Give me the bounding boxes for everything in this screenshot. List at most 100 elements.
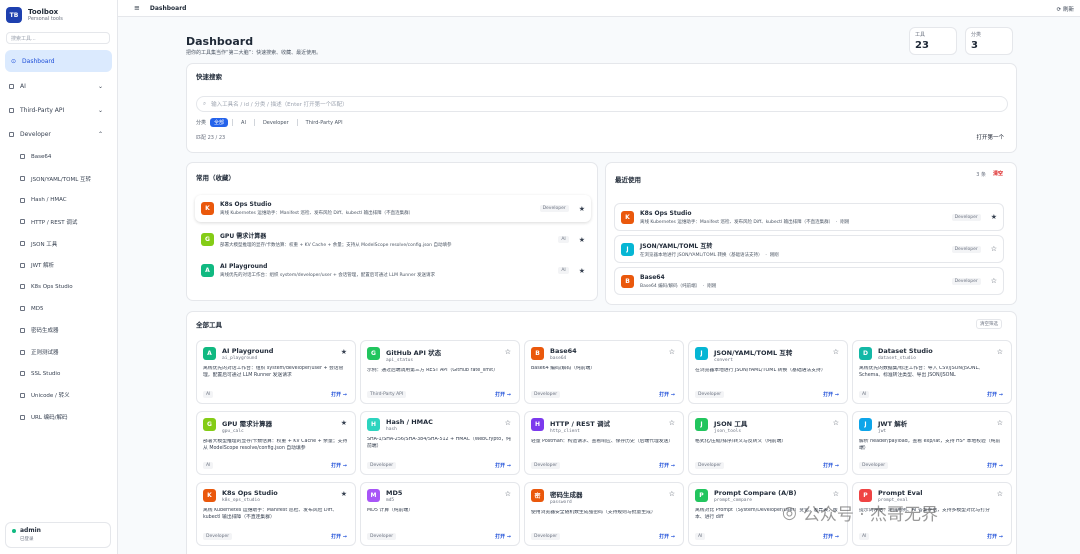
category-tag: AI: [203, 462, 214, 469]
sidebar-item-tool[interactable]: JWT 解析: [0, 254, 117, 276]
recent-item[interactable]: B Base64 Base64 编码/解码（纯前端） · 刚刚 Developer ☆: [614, 267, 1004, 295]
chevron-down-icon: ⌄: [97, 82, 103, 90]
sidebar-search-input[interactable]: 搜索工具...: [6, 32, 110, 44]
tool-avatar-icon: H: [367, 418, 380, 431]
recent-count: 3 条: [976, 172, 986, 178]
sidebar-item-tool[interactable]: JSON/YAML/TOML 互转: [0, 168, 117, 190]
star-filled-icon[interactable]: ★: [579, 236, 585, 244]
star-filled-icon[interactable]: ★: [991, 213, 997, 221]
star-outline-icon[interactable]: ☆: [997, 419, 1003, 427]
open-tool-link[interactable]: 打开 →: [659, 391, 675, 398]
tool-card[interactable]: 密密码生成器 password ☆ 使用浏览器安全随机数生成强密码（支持规则与批量生成…: [524, 482, 684, 546]
tool-card[interactable]: A AI Playground ai_playground ★ 离线优先的对话工作台：组…: [196, 340, 356, 404]
star-outline-icon[interactable]: ☆: [669, 348, 675, 356]
star-outline-icon[interactable]: ☆: [997, 490, 1003, 498]
star-outline-icon[interactable]: ☆: [505, 419, 511, 427]
sidebar-item-tool[interactable]: Unicode / 转义: [0, 385, 117, 407]
open-tool-link[interactable]: 打开 →: [823, 391, 839, 398]
quick-search-input[interactable]: ⌕ 输入工具名 / id / 分类 / 描述（Enter 打开第一个匹配）: [196, 96, 1008, 112]
star-filled-icon[interactable]: ★: [579, 267, 585, 275]
clear-recent-button[interactable]: 清空: [993, 170, 1003, 177]
tool-card[interactable]: G GPU 需求计算器 gpu_calc ★ 部署大模型推理的显存/卡数估算：权重 + …: [196, 411, 356, 475]
open-tool-link[interactable]: 打开 →: [495, 533, 511, 540]
tool-card[interactable]: J JWT 解析 jwt ☆ 解析 header/payload，查看 exp/iat，…: [852, 411, 1012, 475]
open-tool-link[interactable]: 打开 →: [987, 462, 1003, 469]
clear-filter-button[interactable]: 清空筛选: [976, 319, 1002, 329]
chevron-up-icon: ⌃: [97, 130, 103, 138]
favorite-item[interactable]: K K8s Ops Studio 离线 Kubernetes 运维助手：Manife…: [195, 195, 591, 222]
page-title: Dashboard: [186, 35, 254, 48]
star-outline-icon[interactable]: ☆: [997, 348, 1003, 356]
star-outline-icon[interactable]: ☆: [991, 245, 997, 253]
star-outline-icon[interactable]: ☆: [505, 490, 511, 498]
sidebar-item-tool[interactable]: Hash / HMAC: [0, 189, 117, 211]
star-outline-icon[interactable]: ☆: [669, 419, 675, 427]
star-filled-icon[interactable]: ★: [341, 419, 347, 427]
sidebar-item-tool[interactable]: MD5: [0, 298, 117, 320]
tool-card[interactable]: H HTTP / REST 调试 http_client ☆ 轻量 Postman：构造…: [524, 411, 684, 475]
star-outline-icon[interactable]: ☆: [833, 419, 839, 427]
category-tag: AI: [859, 391, 870, 398]
tool-card[interactable]: J JSON/YAML/TOML 互转 convert ☆ 在浏览器本地进行 JSON/…: [688, 340, 848, 404]
tool-avatar-icon: J: [859, 418, 872, 431]
star-filled-icon[interactable]: ★: [579, 205, 585, 213]
star-outline-icon[interactable]: ☆: [669, 490, 675, 498]
sidebar-group-third-party-api[interactable]: Third-Party API ⌄: [0, 98, 117, 122]
tool-card[interactable]: K K8s Ops Studio k8s_ops_studio ★ 离线 Kuberne…: [196, 482, 356, 546]
open-tool-link[interactable]: 打开 →: [331, 533, 347, 540]
open-tool-link[interactable]: 打开 →: [659, 533, 675, 540]
sidebar-item-tool[interactable]: SSL Studio: [0, 363, 117, 385]
tool-avatar-icon: 密: [531, 489, 544, 502]
star-outline-icon[interactable]: ☆: [991, 277, 997, 285]
category-tag: AI: [859, 533, 870, 540]
refresh-button[interactable]: ⟳ 刷新: [1057, 5, 1074, 13]
sidebar-group-developer[interactable]: Developer ⌃: [0, 122, 117, 146]
sidebar-group-ai[interactable]: AI ⌄: [0, 74, 117, 98]
tool-avatar-icon: M: [367, 489, 380, 502]
star-outline-icon[interactable]: ☆: [833, 490, 839, 498]
favorite-item[interactable]: G GPU 需求计算器 部署大模型推理的显存/卡数估算：权重 + KV Cache …: [195, 226, 591, 253]
match-count: 匹配 23 / 23: [196, 135, 226, 141]
open-tool-link[interactable]: 打开 →: [331, 462, 347, 469]
sidebar-item-tool[interactable]: URL 编码/解码: [0, 406, 117, 428]
open-tool-link[interactable]: 打开 →: [987, 533, 1003, 540]
star-filled-icon[interactable]: ★: [341, 348, 347, 356]
sidebar-item-tool[interactable]: Base64: [0, 146, 117, 168]
star-outline-icon[interactable]: ☆: [505, 348, 511, 356]
recent-item[interactable]: K K8s Ops Studio 离线 Kubernetes 运维助手：Manife…: [614, 203, 1004, 231]
favorite-item[interactable]: A AI Playground 离线优先的对话工作台：组织 system/devel…: [195, 257, 591, 284]
category-chip-ai[interactable]: AI: [237, 119, 250, 127]
tool-avatar-icon: A: [201, 264, 214, 277]
open-tool-link[interactable]: 打开 →: [495, 462, 511, 469]
tool-card[interactable]: J JSON 工具 json_tools ☆ 格式化/压缩/排序/转义与反转义（纯前端）…: [688, 411, 848, 475]
sidebar-item-tool[interactable]: JSON 工具: [0, 233, 117, 255]
tool-card[interactable]: D Dataset Studio dataset_studio ☆ 离线优先的数据集/标…: [852, 340, 1012, 404]
open-tool-link[interactable]: 打开 →: [823, 533, 839, 540]
sidebar-item-dashboard[interactable]: ⊙ Dashboard: [5, 50, 112, 72]
open-tool-link[interactable]: 打开 →: [659, 462, 675, 469]
open-tool-link[interactable]: 打开 →: [495, 391, 511, 398]
tool-card[interactable]: H Hash / HMAC hash ☆ SHA-1/SHA-256/SHA-384/S…: [360, 411, 520, 475]
tool-icon: [20, 197, 25, 203]
recent-card: 最近使用 3 条 清空 K K8s Ops Studio 离线 Kubernetes…: [605, 162, 1017, 305]
category-chip-developer[interactable]: Developer: [259, 119, 293, 127]
tool-card[interactable]: M MD5 md5 ☆ MD5 计算（纯前端） Developer 打开 →: [360, 482, 520, 546]
star-filled-icon[interactable]: ★: [341, 490, 347, 498]
star-outline-icon[interactable]: ☆: [833, 348, 839, 356]
sidebar-item-tool[interactable]: K8s Ops Studio: [0, 276, 117, 298]
user-card[interactable]: admin 已登录: [5, 522, 111, 548]
open-tool-link[interactable]: 打开 →: [987, 391, 1003, 398]
category-chip-third-party-api[interactable]: Third-Party API: [302, 119, 347, 127]
menu-icon[interactable]: ≡: [134, 4, 140, 12]
open-tool-link[interactable]: 打开 →: [331, 391, 347, 398]
open-tool-link[interactable]: 打开 →: [823, 462, 839, 469]
sidebar-item-tool[interactable]: 正则测试器: [0, 341, 117, 363]
tool-card[interactable]: G GitHub API 状态 api_status ☆ 示例：通过后端调用第三方 RE…: [360, 340, 520, 404]
open-first-button[interactable]: 打开第一个: [976, 133, 1004, 141]
tool-avatar-icon: G: [203, 418, 216, 431]
recent-item[interactable]: J JSON/YAML/TOML 互转 在浏览器本地进行 JSON/YAML/TOM…: [614, 235, 1004, 263]
sidebar-item-tool[interactable]: HTTP / REST 调试: [0, 211, 117, 233]
category-chip-all[interactable]: 全部: [210, 118, 229, 127]
tool-card[interactable]: B Base64 base64 ☆ Base64 编码/解码（纯前端） Developer…: [524, 340, 684, 404]
sidebar-item-tool[interactable]: 密码生成器: [0, 320, 117, 342]
